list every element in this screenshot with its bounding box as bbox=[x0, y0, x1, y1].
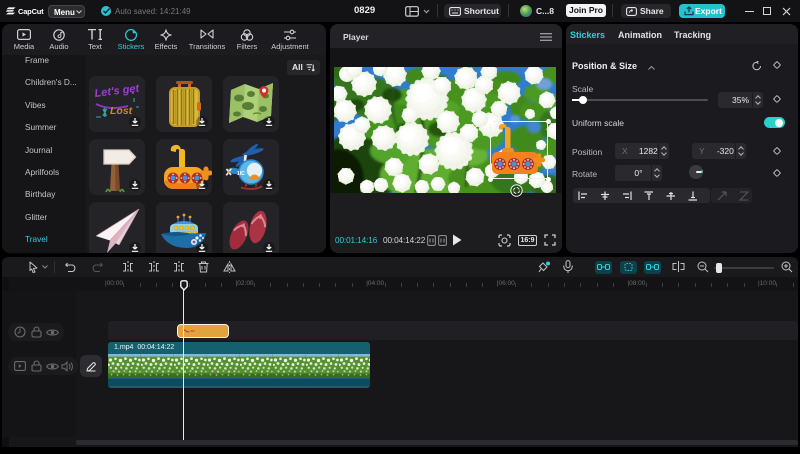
svg-text:Let's get: Let's get bbox=[94, 82, 141, 100]
svg-text:1lC: 1lC bbox=[237, 171, 245, 177]
